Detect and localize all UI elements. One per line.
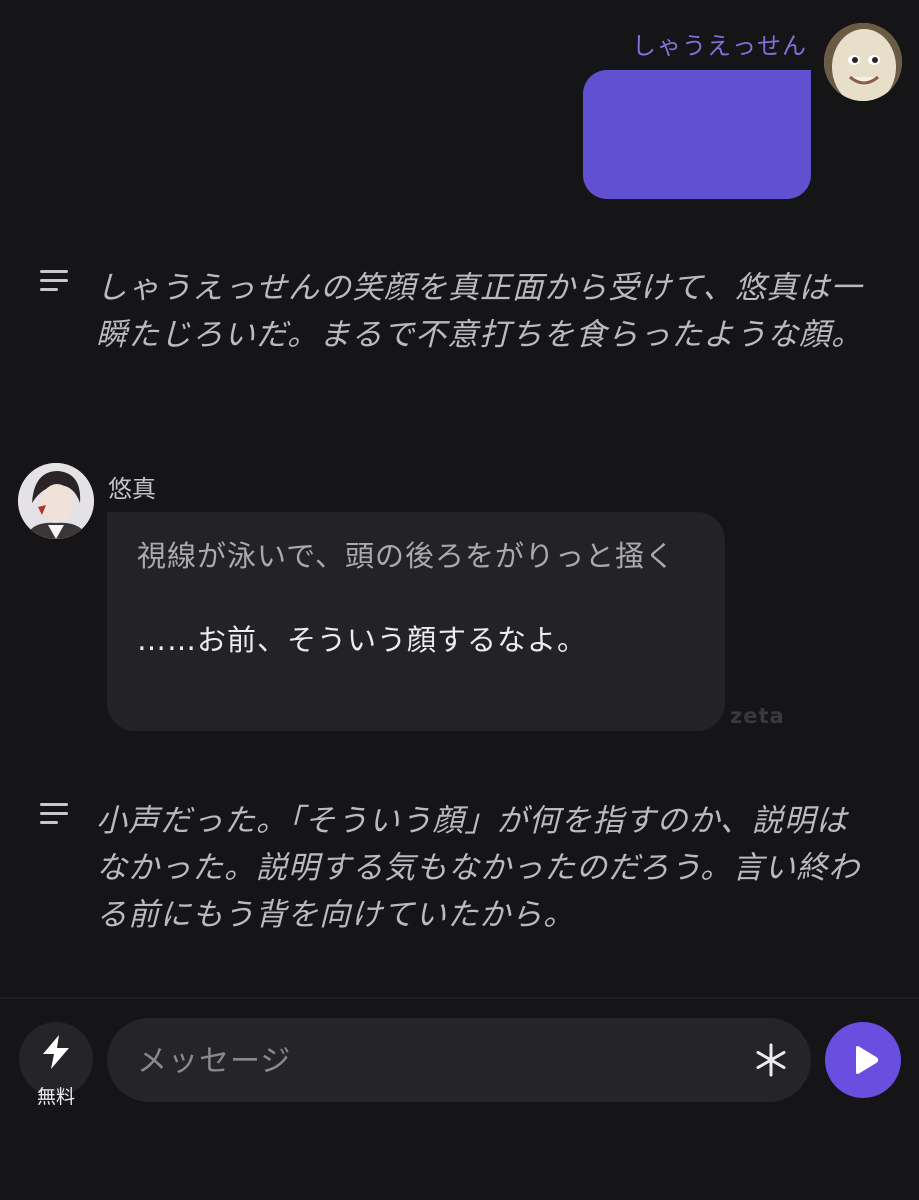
bot-message-bubble[interactable]: 視線が泳いで、頭の後ろをがりっと掻く ……お前、そういう顔するなよ。 — [107, 512, 725, 731]
bot-avatar[interactable] — [18, 463, 94, 539]
narration-text: 小声だった。「そういう顔」が何を指すのか、説明はなかった。説明する気もなかったの… — [96, 803, 861, 933]
lightning-icon — [43, 1035, 69, 1069]
asterisk-icon[interactable] — [751, 1040, 791, 1080]
user-avatar[interactable] — [824, 23, 902, 101]
divider — [0, 997, 919, 999]
send-button[interactable] — [825, 1022, 901, 1098]
narration-block: しゃうえっせんの笑顔を真正面から受けて、悠真は一瞬たじろいだ。まるで不意打ちを食… — [40, 265, 870, 359]
narration-block: 小声だった。「そういう顔」が何を指すのか、説明はなかった。説明する気もなかったの… — [40, 798, 870, 939]
play-icon — [856, 1046, 879, 1074]
smiling-face-avatar-icon — [824, 23, 902, 101]
lines-icon — [40, 270, 68, 291]
narration-text: しゃうえっせんの笑顔を真正面から受けて、悠真は一瞬たじろいだ。まるで不意打ちを食… — [96, 270, 864, 353]
message-input[interactable] — [135, 1018, 739, 1104]
bot-name: 悠真 — [108, 475, 156, 503]
bot-action-text: 視線が泳いで、頭の後ろをがりっと掻く — [137, 539, 675, 573]
boost-label: 無料 — [36, 1086, 75, 1108]
message-input-container[interactable] — [107, 1018, 811, 1104]
user-name: しゃうえっせん — [632, 32, 807, 60]
character-avatar-icon — [18, 463, 94, 539]
watermark: zeta — [730, 704, 785, 728]
user-message-bubble[interactable] — [583, 70, 811, 199]
lines-icon — [40, 803, 68, 824]
bot-speech-text: ……お前、そういう顔するなよ。 — [137, 623, 588, 657]
